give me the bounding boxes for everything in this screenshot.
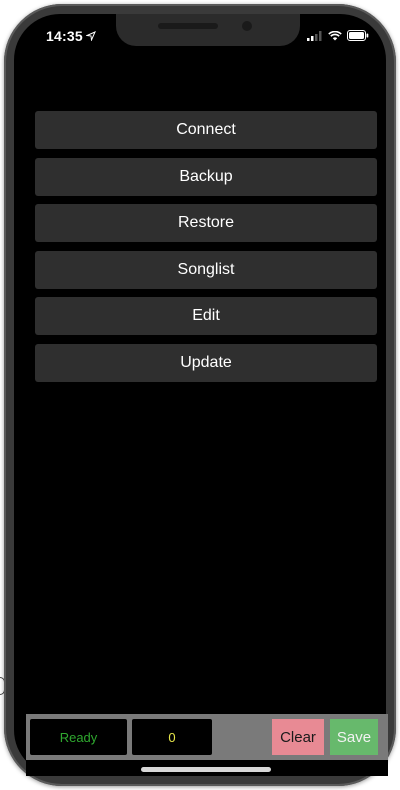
battery-icon	[347, 30, 369, 41]
status-text-field: Ready	[30, 719, 127, 755]
signal-icon	[307, 30, 322, 41]
save-button[interactable]: Save	[330, 719, 378, 755]
wifi-icon	[328, 30, 342, 40]
count-field: 0	[132, 719, 212, 755]
status-time: 14:35	[46, 28, 96, 44]
songlist-button[interactable]: Songlist	[35, 250, 377, 289]
home-indicator[interactable]	[141, 767, 271, 772]
location-arrow-icon	[85, 31, 96, 41]
status-icons	[307, 30, 369, 41]
front-camera	[242, 21, 252, 31]
device-notch	[116, 14, 300, 46]
speaker-grille	[158, 23, 218, 29]
clear-button[interactable]: Clear	[272, 719, 324, 755]
main-menu: Connect Backup Restore Songlist Edit Upd…	[35, 111, 377, 391]
backup-button[interactable]: Backup	[35, 157, 377, 196]
restore-button[interactable]: Restore	[35, 204, 377, 243]
connect-button[interactable]: Connect	[35, 111, 377, 149]
bottom-toolbar: Ready 0 Clear Save	[26, 714, 388, 760]
status-time-text: 14:35	[46, 28, 83, 44]
edit-button[interactable]: Edit	[35, 297, 377, 336]
update-button[interactable]: Update	[35, 343, 377, 382]
